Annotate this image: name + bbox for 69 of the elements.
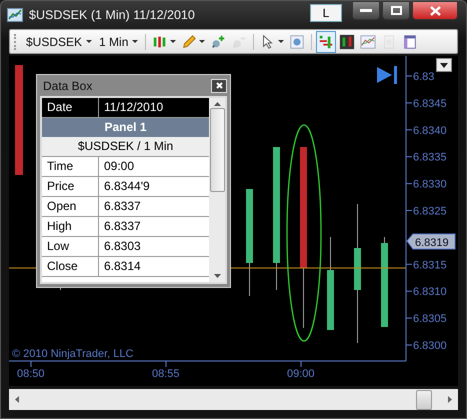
caret-icon: [86, 40, 92, 44]
instrument-dropdown[interactable]: $USDSEK: [23, 34, 96, 49]
table-cell: Low: [42, 237, 99, 256]
price-label: 6.8310: [413, 286, 447, 298]
pencil-icon: [181, 34, 198, 50]
window-title: $USDSEK (1 Min) 11/12/2010: [29, 8, 195, 22]
zoom-in-icon: [210, 34, 226, 50]
caret-icon: [199, 40, 206, 44]
minimize-button[interactable]: [352, 1, 380, 20]
minimize-icon: [360, 8, 372, 12]
close-button[interactable]: [412, 1, 458, 20]
scrollbar[interactable]: [209, 98, 225, 282]
table-cell: Open: [42, 197, 99, 216]
table-cell-text: 6.8344'9: [103, 178, 151, 196]
table-cell-text: 6.8314: [103, 258, 142, 276]
maximize-button[interactable]: [382, 1, 410, 20]
caret-icon: [278, 40, 284, 44]
panel-header: Panel 1: [42, 118, 209, 138]
price-label: 6.8300: [413, 340, 447, 352]
scroll-thumb[interactable]: [416, 390, 432, 410]
scroll-thumb[interactable]: [210, 108, 224, 192]
scrollbar[interactable]: [9, 389, 458, 410]
copyright-text: © 2010 NinjaTrader, LLC: [12, 348, 134, 360]
price-label: 6.8340: [413, 124, 447, 137]
price-label: 6.8305: [413, 313, 447, 326]
chart-icon: [7, 8, 23, 22]
price-label: 6.8335: [413, 152, 447, 164]
price-tag: 6.8319: [406, 234, 456, 250]
table-cell-text: 6.8303: [103, 238, 142, 256]
caret-icon: [440, 62, 448, 68]
price-label: 6.8315: [413, 259, 447, 272]
down-arrow-icon[interactable]: [214, 274, 220, 278]
candles-icon: [152, 34, 168, 50]
table-cell: High: [42, 217, 99, 236]
price-label: 6.8345: [413, 98, 447, 110]
caret-icon: [170, 40, 176, 44]
bars-icon: [339, 34, 356, 50]
link-button[interactable]: L: [310, 4, 342, 22]
time-label: 08:50: [17, 368, 45, 380]
dropdown-button[interactable]: [436, 58, 452, 72]
magnifier-icon: [289, 34, 306, 50]
table-cell: Price: [42, 177, 99, 196]
go-to-end-icon[interactable]: [377, 66, 397, 84]
table-cell-text: 09:00: [103, 158, 136, 176]
databox-icon: [318, 34, 334, 50]
time-label: 09:00: [287, 368, 315, 380]
databox-tool-button[interactable]: [316, 30, 336, 53]
linechart-icon: [360, 34, 376, 50]
price-label: 6.8330: [413, 178, 447, 191]
maximize-icon: [390, 6, 402, 15]
properties-icon: [402, 34, 418, 50]
close-icon: [430, 6, 440, 16]
left-arrow-icon[interactable]: [15, 396, 19, 404]
close-icon: [216, 82, 222, 90]
series-header: $USDSEK / 1 Min: [42, 137, 209, 158]
interval-dropdown[interactable]: 1 Min: [96, 34, 142, 49]
right-arrow-icon[interactable]: [448, 396, 452, 404]
time-label: 08:55: [152, 368, 180, 380]
price-label: 6.83: [413, 71, 434, 84]
table-cell: Date: [42, 98, 99, 118]
table-cell: Time: [42, 157, 99, 176]
price-label: 6.8325: [413, 206, 447, 218]
table-cell: Close: [42, 257, 99, 276]
table-cell-text: 6.8337: [103, 218, 142, 236]
caret-icon: [132, 40, 138, 44]
table-cell-text: 6.8337: [103, 198, 142, 216]
up-arrow-icon[interactable]: [214, 102, 220, 106]
data-box-title: Data Box: [43, 78, 92, 93]
table-cell-text: 11/12/2010: [103, 99, 164, 116]
